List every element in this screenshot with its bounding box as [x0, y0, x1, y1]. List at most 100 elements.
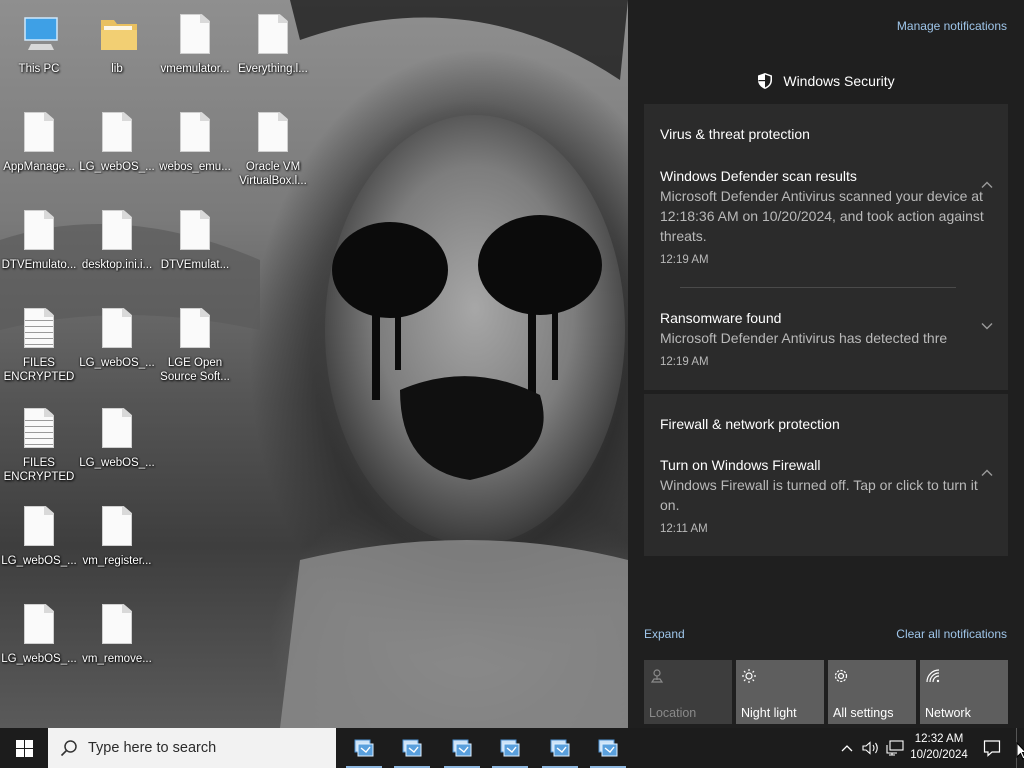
desktop-icon-label: vm_remove... [82, 653, 152, 665]
start-button[interactable] [0, 728, 48, 768]
shield-icon [758, 73, 773, 89]
file-icon [99, 112, 135, 154]
notification-body: Windows Firewall is turned off. Tap or c… [660, 477, 978, 513]
group-title: Firewall & network protection [660, 416, 840, 432]
notification-group-firewall: Firewall & network protection Turn on Wi… [644, 394, 1008, 556]
computer-icon [21, 14, 58, 56]
speaker-icon [862, 741, 878, 755]
wired-network-icon [886, 740, 904, 756]
taskbar-app-button[interactable] [540, 728, 580, 768]
network-tray-button[interactable] [884, 728, 906, 768]
desktop-icon-label: AppManage... [3, 161, 75, 173]
taskbar: Type here to search 12:32 AM 10/20/2024 [0, 728, 1024, 768]
desktop-icon[interactable]: lib [78, 6, 156, 98]
app-icon [598, 739, 618, 757]
taskbar-search-box[interactable]: Type here to search [48, 728, 336, 768]
taskbar-app-button[interactable] [392, 728, 432, 768]
action-center-button[interactable] [976, 728, 1008, 768]
desktop-icon-label: LG_webOS_... [1, 555, 77, 567]
desktop-icon-label: vm_register... [82, 555, 152, 567]
notification-title: Windows Defender scan results [660, 168, 857, 184]
app-icon [550, 739, 570, 757]
file-icon [177, 112, 213, 154]
file-icon [177, 308, 213, 350]
desktop-icon-label: FILES ENCRYPTED [3, 357, 75, 383]
chevron-up-icon[interactable] [980, 466, 994, 480]
search-placeholder: Type here to search [88, 740, 217, 756]
night-light-icon [742, 669, 756, 683]
desktop-icon-label: FILES ENCRYPTED [3, 457, 75, 483]
desktop-icon[interactable]: LG_webOS_... [78, 300, 156, 392]
desktop-icon[interactable]: DTVEmulato... [0, 202, 78, 294]
clear-all-notifications-link[interactable]: Clear all notifications [896, 627, 1007, 641]
desktop-icon-label: DTVEmulato... [1, 259, 77, 271]
quick-action-label: Network [925, 706, 971, 720]
app-icon [500, 739, 520, 757]
taskbar-clock[interactable]: 12:32 AM 10/20/2024 [906, 731, 972, 763]
file-icon [99, 210, 135, 252]
notification-time: 12:11 AM [660, 523, 708, 535]
desktop-icon-label: LGE Open Source Soft... [160, 357, 230, 383]
taskbar-app-button[interactable] [490, 728, 530, 768]
taskbar-app-button[interactable] [588, 728, 628, 768]
desktop-icon-label: LG_webOS_... [1, 653, 77, 665]
notification-ransomware[interactable]: Ransomware found Microsoft Defender Anti… [660, 308, 990, 368]
clock-time: 12:32 AM [914, 733, 964, 745]
notification-group-virus: Virus & threat protection Windows Defend… [644, 104, 1008, 390]
app-icon [452, 739, 472, 757]
desktop-icon-label: Oracle VM VirtualBox.l... [239, 161, 307, 187]
expand-link[interactable]: Expand [644, 627, 685, 641]
chevron-up-icon [841, 745, 853, 752]
taskbar-app-button[interactable] [344, 728, 384, 768]
file-icon [99, 604, 135, 646]
notification-time: 12:19 AM [660, 254, 709, 266]
desktop-icon[interactable]: vm_remove... [78, 596, 156, 688]
notification-icon [983, 740, 1001, 757]
desktop-icon[interactable]: Oracle VM VirtualBox.l... [234, 104, 312, 196]
file-icon [177, 210, 213, 252]
chevron-up-icon[interactable] [980, 178, 994, 192]
desktop-icon[interactable]: LGE Open Source Soft... [156, 300, 234, 392]
desktop-icon[interactable]: FILES ENCRYPTED [0, 300, 78, 392]
desktop-icon[interactable]: webos_emu... [156, 104, 234, 196]
quick-action-location[interactable]: Location [644, 660, 732, 724]
notification-firewall[interactable]: Turn on Windows Firewall Windows Firewal… [660, 455, 990, 535]
notification-body: Microsoft Defender Antivirus has detecte… [660, 330, 948, 346]
quick-action-night-light[interactable]: Night light [736, 660, 824, 724]
show-hidden-icons-button[interactable] [838, 728, 856, 768]
quick-action-all-settings[interactable]: All settings [828, 660, 916, 724]
quick-action-network[interactable]: Network [920, 660, 1008, 724]
desktop-icon-label: DTVEmulat... [160, 259, 230, 271]
desktop-icon[interactable]: This PC [0, 6, 78, 98]
notification-body: Microsoft Defender Antivirus scanned you… [660, 188, 984, 244]
app-icon [354, 739, 374, 757]
desktop-icon[interactable]: LG_webOS_... [0, 596, 78, 688]
file-icon [99, 506, 135, 548]
file-icon [255, 14, 291, 56]
volume-button[interactable] [860, 728, 882, 768]
manage-notifications-link[interactable]: Manage notifications [897, 19, 1007, 33]
app-icon [402, 739, 422, 757]
desktop-icon[interactable]: desktop.ini.i... [78, 202, 156, 294]
file-icon [21, 506, 57, 548]
network-icon [926, 669, 940, 683]
desktop-icon-label: vmemulator... [160, 63, 230, 75]
desktop-icon[interactable]: Everything.l... [234, 6, 312, 98]
desktop-icon[interactable]: AppManage... [0, 104, 78, 196]
desktop-icon-label: This PC [18, 63, 60, 75]
desktop-icon[interactable]: FILES ENCRYPTED [0, 400, 78, 492]
taskbar-app-button[interactable] [442, 728, 482, 768]
desktop-icon[interactable]: vmemulator... [156, 6, 234, 98]
quick-action-label: Night light [741, 706, 797, 720]
clock-date: 10/20/2024 [910, 749, 968, 761]
notification-scan-results[interactable]: Windows Defender scan results Microsoft … [660, 166, 990, 266]
desktop-icon[interactable]: LG_webOS_... [78, 104, 156, 196]
group-title: Virus & threat protection [660, 126, 810, 142]
desktop-icon[interactable]: LG_webOS_... [0, 498, 78, 590]
chevron-down-icon[interactable] [980, 319, 994, 333]
notification-title: Ransomware found [660, 310, 782, 326]
desktop-icon[interactable]: DTVEmulat... [156, 202, 234, 294]
desktop-icon[interactable]: LG_webOS_... [78, 400, 156, 492]
folder-icon [99, 14, 137, 56]
desktop-icon[interactable]: vm_register... [78, 498, 156, 590]
